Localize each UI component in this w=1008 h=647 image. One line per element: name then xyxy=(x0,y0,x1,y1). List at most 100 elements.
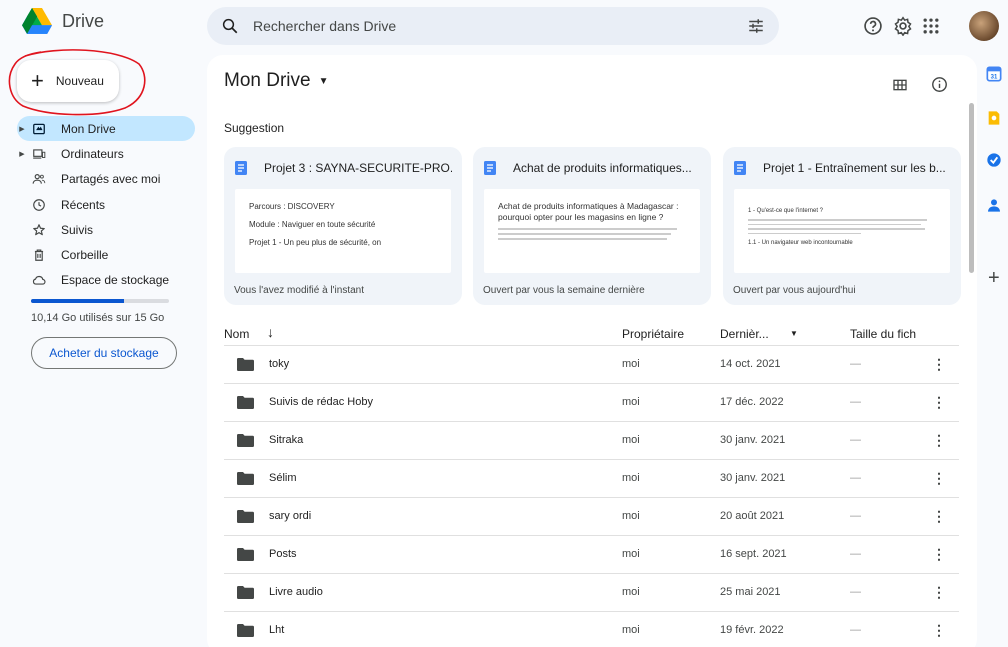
card-footer: Ouvert par vous aujourd'hui xyxy=(733,285,856,296)
search-bar[interactable] xyxy=(207,7,779,45)
clock-icon xyxy=(31,197,47,213)
drive-logo-icon xyxy=(22,8,52,34)
suggestion-card[interactable]: Projet 3 : SAYNA-SECURITE-PRO... Parcour… xyxy=(224,147,462,305)
storage-progress-fill xyxy=(31,299,125,303)
computer-icon xyxy=(31,146,47,162)
column-modified[interactable]: Dernièr... xyxy=(720,327,769,341)
file-size: — xyxy=(850,358,861,370)
table-row[interactable]: Lht moi 19 févr. 2022 — ⋮ xyxy=(224,611,959,647)
more-vert-icon[interactable]: ⋮ xyxy=(932,622,946,639)
file-name: Posts xyxy=(269,548,297,560)
table-row[interactable]: sary ordi moi 20 août 2021 — ⋮ xyxy=(224,497,959,535)
preview-line: 1.1 - Un navigateur web incontournable xyxy=(748,240,853,246)
add-addon-plus-icon[interactable]: + xyxy=(988,268,1000,288)
folder-icon xyxy=(237,510,254,523)
file-modified-date: 20 août 2021 xyxy=(720,510,785,522)
table-row[interactable]: toky moi 14 oct. 2021 — ⋮ xyxy=(224,345,959,383)
suggestion-card[interactable]: Projet 1 - Entraînement sur les b... 1 -… xyxy=(723,147,961,305)
card-footer: Vous l'avez modifié à l'instant xyxy=(234,285,364,296)
table-row[interactable]: Livre audio moi 25 mai 2021 — ⋮ xyxy=(224,573,959,611)
table-row[interactable]: Posts moi 16 sept. 2021 — ⋮ xyxy=(224,535,959,573)
sidebar-item-storage[interactable]: Espace de stockage xyxy=(17,268,195,293)
calendar-icon[interactable]: 31 xyxy=(986,66,1002,82)
more-vert-icon[interactable]: ⋮ xyxy=(932,356,946,373)
grid-view-icon[interactable] xyxy=(892,77,908,93)
suggestion-card[interactable]: Achat de produits informatiques... Achat… xyxy=(473,147,711,305)
card-title: Projet 3 : SAYNA-SECURITE-PRO... xyxy=(264,161,452,175)
preview-line: Achat de produits informatiques à Madaga… xyxy=(498,201,679,223)
more-vert-icon[interactable]: ⋮ xyxy=(932,546,946,563)
drive-logo[interactable]: Drive xyxy=(22,8,104,35)
sidebar-item-label: Ordinateurs xyxy=(61,146,124,161)
column-size[interactable]: Taille du fich xyxy=(850,327,916,341)
column-owner[interactable]: Propriétaire xyxy=(622,327,684,341)
document-preview: 1 - Qu'est-ce que l'internet ? 1.1 - Un … xyxy=(734,189,950,273)
file-name: Lht xyxy=(269,624,285,636)
file-owner: moi xyxy=(622,434,640,446)
keep-icon[interactable] xyxy=(986,110,1002,126)
file-owner: moi xyxy=(622,510,640,522)
sidebar-item-trash[interactable]: Corbeille xyxy=(17,242,195,267)
folder-icon xyxy=(237,358,254,371)
scrollbar[interactable] xyxy=(969,103,974,273)
file-modified-date: 17 déc. 2022 xyxy=(720,396,784,408)
buy-storage-button[interactable]: Acheter du stockage xyxy=(31,337,177,369)
folder-icon xyxy=(237,434,254,447)
document-preview: Parcours : DISCOVERY Module : Naviguer e… xyxy=(235,189,451,273)
file-name: sary ordi xyxy=(269,510,312,522)
trash-icon xyxy=(31,247,47,263)
table-row[interactable]: Sitraka moi 30 janv. 2021 — ⋮ xyxy=(224,421,959,459)
chevron-down-icon[interactable]: ▼ xyxy=(790,329,798,338)
file-size: — xyxy=(850,434,861,446)
sidebar-item-shared[interactable]: Partagés avec moi xyxy=(17,167,195,192)
preview-body-lines xyxy=(748,219,936,234)
card-title: Achat de produits informatiques... xyxy=(513,161,692,175)
new-button-label: Nouveau xyxy=(55,74,104,88)
folder-icon xyxy=(237,472,254,485)
search-input[interactable] xyxy=(253,18,747,34)
sort-arrow-down-icon[interactable]: ↓ xyxy=(267,324,274,340)
file-owner: moi xyxy=(622,396,640,408)
caret-right-icon[interactable]: ▶ xyxy=(17,150,27,158)
help-icon[interactable] xyxy=(863,16,883,36)
new-button[interactable]: + Nouveau xyxy=(17,60,119,102)
search-options-icon[interactable] xyxy=(747,17,765,35)
preview-line: Module : Naviguer en toute sécurité xyxy=(249,220,376,229)
card-footer: Ouvert par vous la semaine dernière xyxy=(483,285,645,296)
caret-right-icon[interactable]: ▶ xyxy=(17,125,27,133)
more-vert-icon[interactable]: ⋮ xyxy=(932,470,946,487)
file-name: Livre audio xyxy=(269,586,323,598)
file-size: — xyxy=(850,396,861,408)
more-vert-icon[interactable]: ⋮ xyxy=(932,508,946,525)
file-list: toky moi 14 oct. 2021— ⋮ Suivis de rédac Hob… xyxy=(224,345,959,647)
file-modified-date: 30 janv. 2021 xyxy=(720,472,786,484)
apps-grid-icon[interactable] xyxy=(921,16,941,36)
page-title-text: Mon Drive xyxy=(224,70,311,91)
document-preview: Achat de produits informatiques à Madaga… xyxy=(484,189,700,273)
sidebar-item-my-drive[interactable]: ▶ Mon Drive xyxy=(17,116,195,142)
preview-body-lines xyxy=(498,227,686,240)
tasks-icon[interactable] xyxy=(986,152,1002,168)
preview-line: Parcours : DISCOVERY xyxy=(249,202,335,211)
avatar[interactable] xyxy=(969,11,999,41)
file-modified-date: 25 mai 2021 xyxy=(720,586,781,598)
sidebar-item-recent[interactable]: Récents xyxy=(17,192,195,217)
preview-line: Projet 1 - Un peu plus de sécurité, on xyxy=(249,238,382,247)
more-vert-icon[interactable]: ⋮ xyxy=(932,584,946,601)
column-name[interactable]: Nom xyxy=(224,327,249,341)
more-vert-icon[interactable]: ⋮ xyxy=(932,432,946,449)
page-title[interactable]: Mon Drive ▼ xyxy=(224,70,328,92)
info-icon[interactable] xyxy=(931,76,948,93)
more-vert-icon[interactable]: ⋮ xyxy=(932,394,946,411)
folder-icon xyxy=(237,396,254,409)
contacts-icon[interactable] xyxy=(986,197,1002,213)
table-row[interactable]: Sélim moi 30 janv. 2021 — ⋮ xyxy=(224,459,959,497)
settings-icon[interactable] xyxy=(893,16,913,36)
app-name: Drive xyxy=(62,11,105,31)
sidebar-item-computers[interactable]: ▶ Ordinateurs xyxy=(17,141,195,166)
sidebar-item-starred[interactable]: Suivis xyxy=(17,217,195,242)
table-row[interactable]: Suivis de rédac Hoby moi 17 déc. 2022 — ⋮ xyxy=(224,383,959,421)
file-name: Sélim xyxy=(269,472,297,484)
search-icon[interactable] xyxy=(221,17,239,35)
file-size: — xyxy=(850,510,861,522)
